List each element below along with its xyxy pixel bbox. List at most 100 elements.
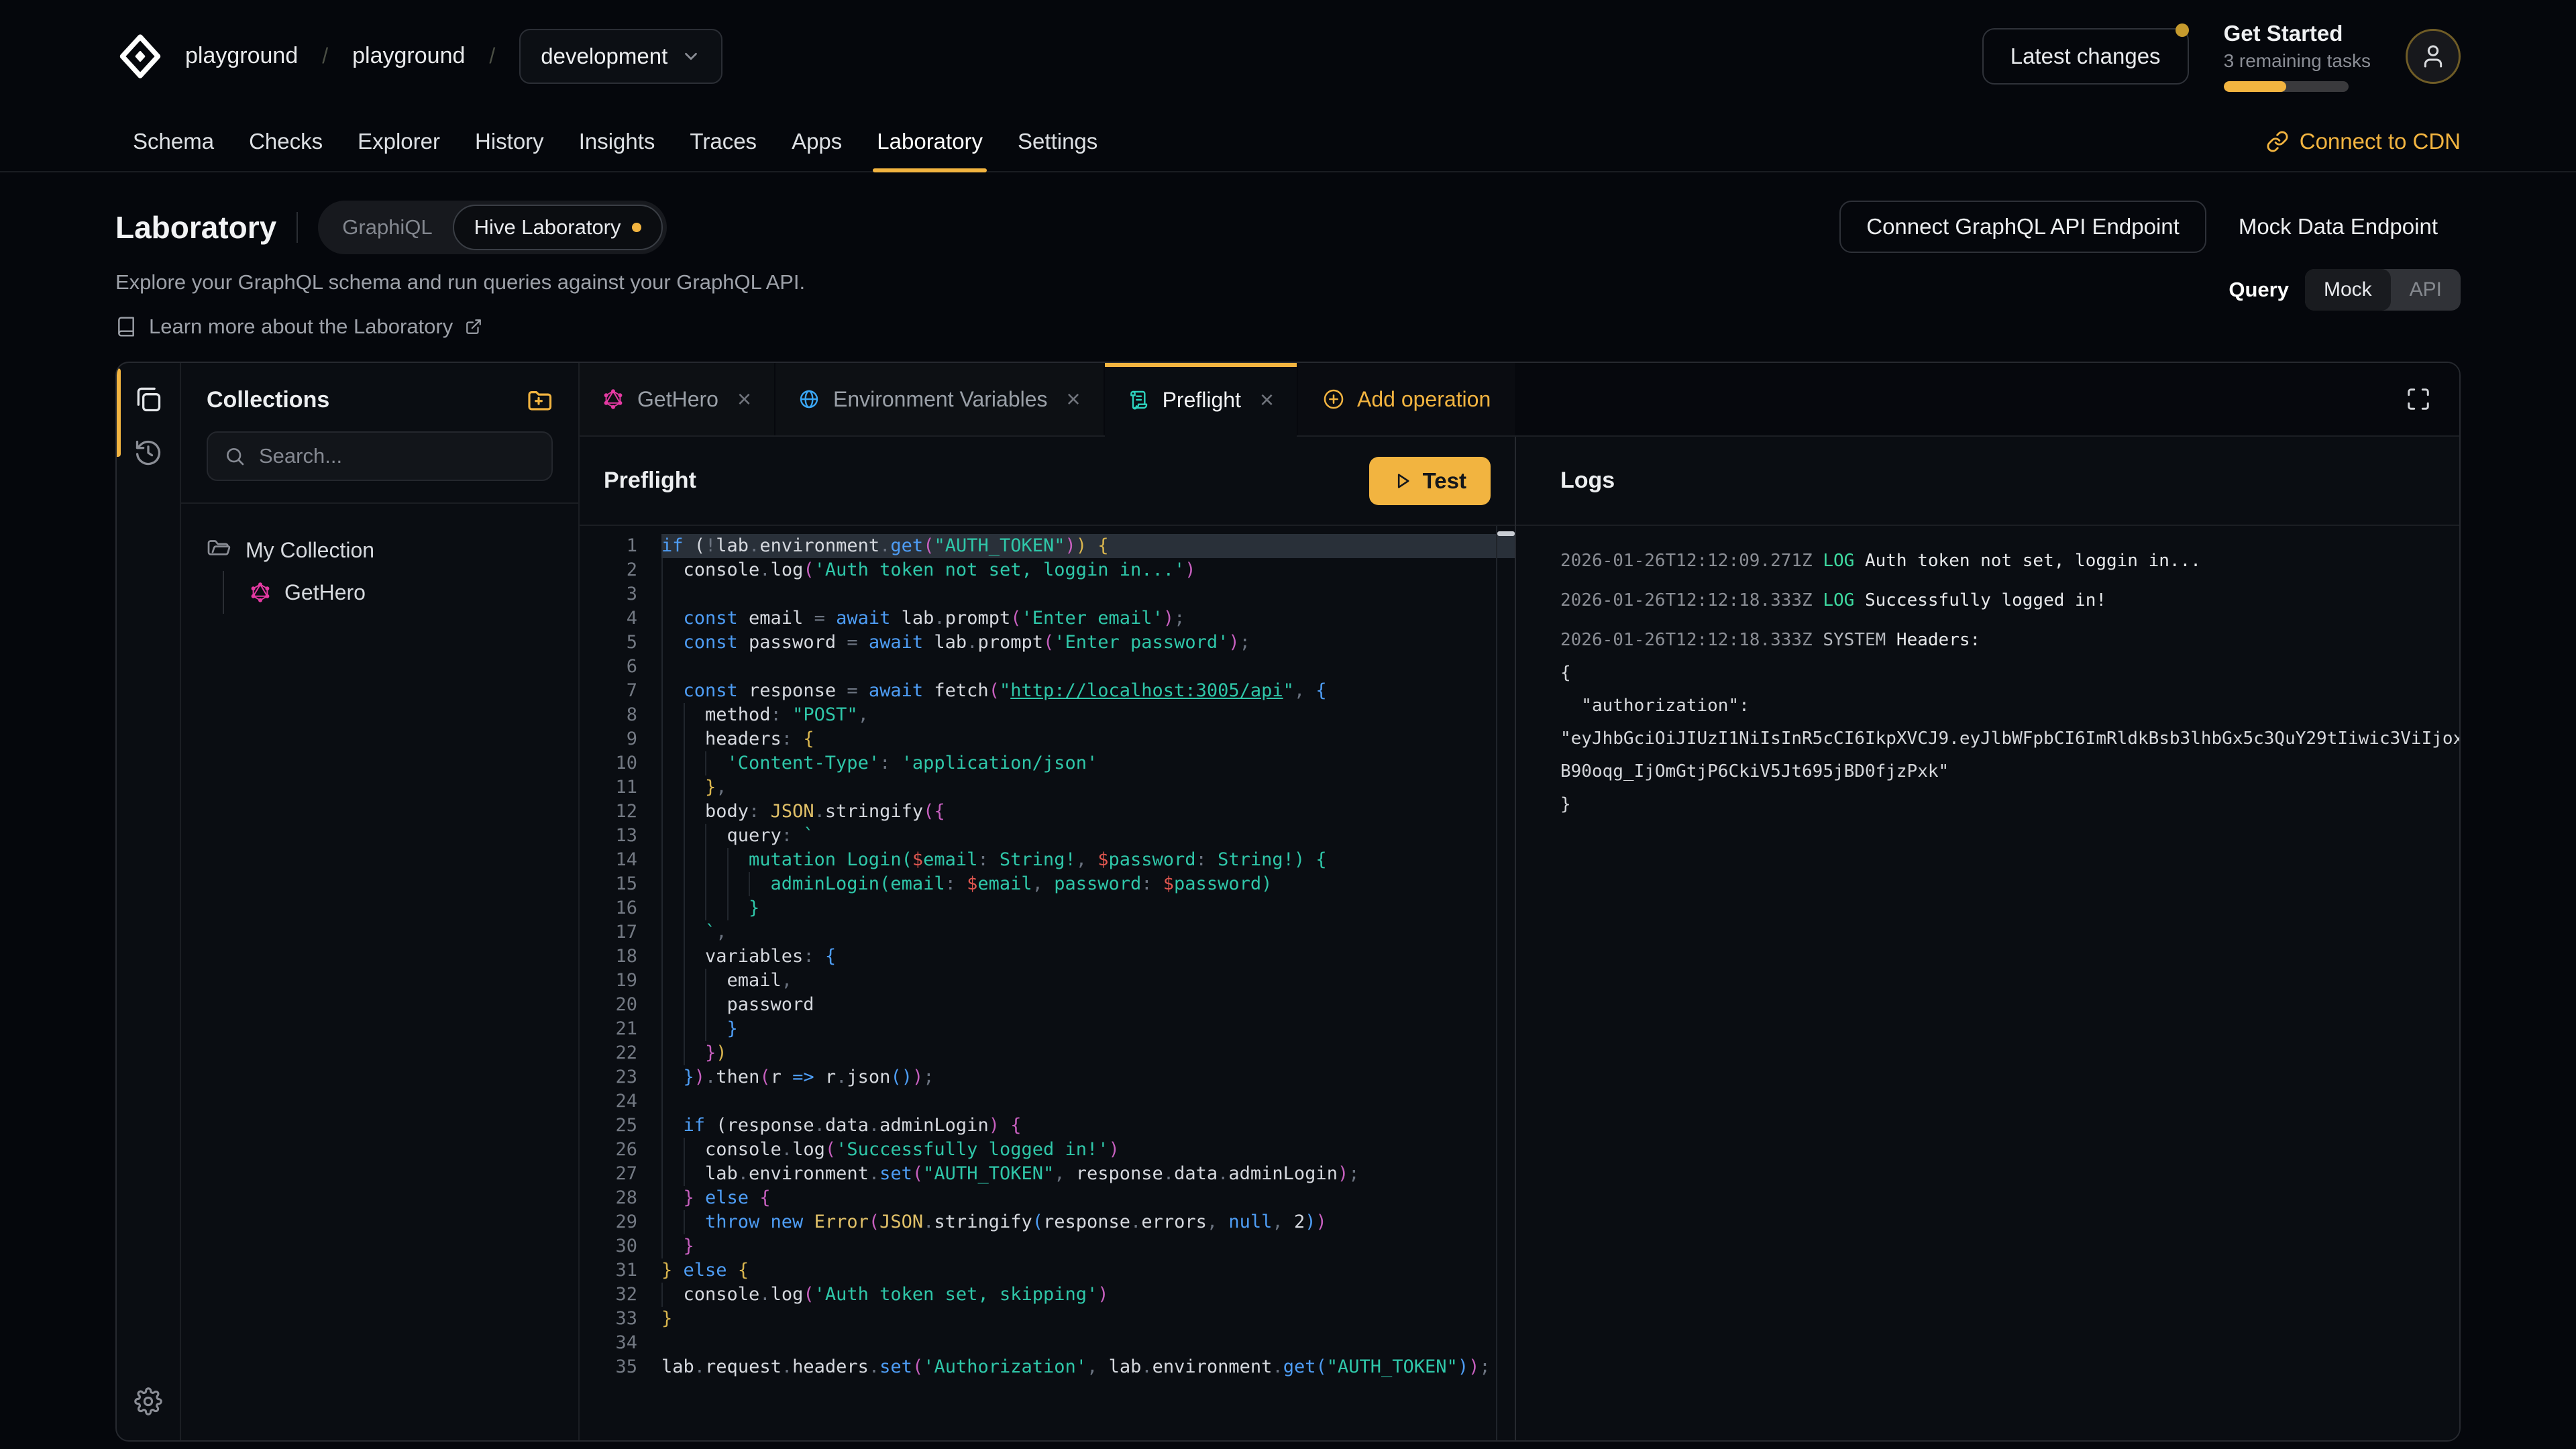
- target-selector[interactable]: development: [519, 29, 722, 84]
- query-mode-mock[interactable]: Mock: [2305, 269, 2391, 311]
- search-input[interactable]: [258, 443, 535, 469]
- code-line[interactable]: 22}): [580, 1041, 1515, 1065]
- breadcrumb-separator: /: [489, 44, 495, 68]
- nav-item-laboratory[interactable]: Laboratory: [859, 112, 1000, 171]
- get-started-subtitle: 3 remaining tasks: [2224, 50, 2371, 72]
- query-mode-api[interactable]: API: [2391, 269, 2461, 311]
- close-tab-icon[interactable]: ×: [1260, 386, 1274, 414]
- code-line[interactable]: 28} else {: [580, 1186, 1515, 1210]
- code-line[interactable]: 31} else {: [580, 1258, 1515, 1283]
- breadcrumb-project[interactable]: playground: [352, 43, 465, 69]
- latest-changes-button[interactable]: Latest changes: [1982, 28, 2189, 85]
- collections-tree: My Collection GetHero: [181, 504, 578, 639]
- code-line[interactable]: 13query: `: [580, 824, 1515, 848]
- code-line[interactable]: 15adminLogin(email: $email, password: $p…: [580, 872, 1515, 896]
- code-line[interactable]: 2console.log('Auth token not set, loggin…: [580, 558, 1515, 582]
- code-line[interactable]: 5const password = await lab.prompt('Ente…: [580, 631, 1515, 655]
- nav-item-settings[interactable]: Settings: [1000, 112, 1115, 171]
- tab-environment-variables[interactable]: Environment Variables×: [775, 363, 1104, 435]
- code-line-content: if (response.data.adminLogin) {: [661, 1114, 1515, 1138]
- plus-circle-icon: [1322, 388, 1345, 411]
- code-line[interactable]: 6: [580, 655, 1515, 679]
- code-line[interactable]: 3: [580, 582, 1515, 606]
- collection-folder-my-collection[interactable]: My Collection: [207, 529, 553, 571]
- fullscreen-button[interactable]: [2406, 386, 2431, 412]
- settings-rail-button[interactable]: [127, 1380, 170, 1423]
- code-line-content: mutation Login($email: String!, $passwor…: [661, 848, 1515, 872]
- editor-scroll-gutter[interactable]: [1496, 526, 1515, 1440]
- nav-item-schema[interactable]: Schema: [115, 112, 231, 171]
- code-line[interactable]: 29throw new Error(JSON.stringify(respons…: [580, 1210, 1515, 1234]
- new-collection-button[interactable]: [525, 386, 553, 414]
- connect-to-cdn-link[interactable]: Connect to CDN: [2266, 112, 2461, 171]
- add-operation-button[interactable]: Add operation: [1298, 363, 1515, 435]
- code-line[interactable]: 25if (response.data.adminLogin) {: [580, 1114, 1515, 1138]
- log-message: Headers:: [1896, 630, 1980, 650]
- collections-rail-button[interactable]: [127, 378, 170, 421]
- code-line[interactable]: 23}).then(r => r.json());: [580, 1065, 1515, 1089]
- code-line[interactable]: 21}: [580, 1017, 1515, 1041]
- close-tab-icon[interactable]: ×: [737, 385, 751, 413]
- scrollbar-thumb[interactable]: [1497, 531, 1515, 536]
- code-line[interactable]: 12body: JSON.stringify({: [580, 800, 1515, 824]
- code-line[interactable]: 18variables: {: [580, 945, 1515, 969]
- code-line[interactable]: 1if (!lab.environment.get("AUTH_TOKEN"))…: [580, 534, 1515, 558]
- operation-item-gethero[interactable]: GetHero: [250, 571, 553, 614]
- code-line[interactable]: 11},: [580, 775, 1515, 800]
- nav-item-checks[interactable]: Checks: [231, 112, 340, 171]
- breadcrumb-org[interactable]: playground: [185, 43, 298, 69]
- collections-search[interactable]: [207, 431, 553, 481]
- code-line[interactable]: 30}: [580, 1234, 1515, 1258]
- get-started-widget[interactable]: Get Started 3 remaining tasks: [2224, 21, 2371, 92]
- query-mode-toggle: Mock API: [2305, 269, 2461, 311]
- test-button[interactable]: Test: [1369, 457, 1491, 505]
- code-line[interactable]: 7const response = await fetch("http://lo…: [580, 679, 1515, 703]
- code-line[interactable]: 24: [580, 1089, 1515, 1114]
- code-line[interactable]: 16}: [580, 896, 1515, 920]
- code-line[interactable]: 10'Content-Type': 'application/json': [580, 751, 1515, 775]
- code-line[interactable]: 4const email = await lab.prompt('Enter e…: [580, 606, 1515, 631]
- page-description: Explore your GraphQL schema and run quer…: [115, 270, 805, 294]
- code-line[interactable]: 9headers: {: [580, 727, 1515, 751]
- hive-logo-icon[interactable]: [115, 32, 165, 81]
- code-line[interactable]: 20password: [580, 993, 1515, 1017]
- code-line-content: const email = await lab.prompt('Enter em…: [661, 606, 1515, 631]
- main-nav: SchemaChecksExplorerHistoryInsightsTrace…: [0, 112, 2576, 172]
- code-line[interactable]: 8method: "POST",: [580, 703, 1515, 727]
- mock-data-endpoint-button[interactable]: Mock Data Endpoint: [2216, 201, 2461, 253]
- nav-item-traces[interactable]: Traces: [672, 112, 774, 171]
- tab-gethero[interactable]: GetHero×: [580, 363, 774, 435]
- user-avatar[interactable]: [2406, 29, 2461, 84]
- code-line-content: body: JSON.stringify({: [661, 800, 1515, 824]
- code-line[interactable]: 32console.log('Auth token set, skipping'…: [580, 1283, 1515, 1307]
- mode-option-hive-laboratory[interactable]: Hive Laboratory: [453, 205, 663, 250]
- code-line[interactable]: 14mutation Login($email: String!, $passw…: [580, 848, 1515, 872]
- code-editor[interactable]: 1if (!lab.environment.get("AUTH_TOKEN"))…: [580, 526, 1515, 1440]
- code-line[interactable]: 33}: [580, 1307, 1515, 1331]
- history-rail-button[interactable]: [127, 431, 170, 474]
- code-line[interactable]: 17`,: [580, 920, 1515, 945]
- nav-item-history[interactable]: History: [458, 112, 561, 171]
- log-timestamp: 2026-01-26T12:12:18.333Z: [1560, 630, 1823, 650]
- nav-item-apps[interactable]: Apps: [774, 112, 859, 171]
- code-line-content: `,: [661, 920, 1515, 945]
- code-line[interactable]: 34: [580, 1331, 1515, 1355]
- code-line[interactable]: 35lab.request.headers.set('Authorization…: [580, 1355, 1515, 1379]
- preflight-editor-pane: Preflight Test 1if (!lab.environ: [580, 437, 1515, 1440]
- user-icon: [2420, 43, 2447, 70]
- tab-preflight[interactable]: Preflight×: [1105, 363, 1297, 437]
- close-tab-icon[interactable]: ×: [1067, 385, 1081, 413]
- nav-item-insights[interactable]: Insights: [561, 112, 673, 171]
- logs-output[interactable]: 2026-01-26T12:12:09.271Z LOG Auth token …: [1516, 526, 2459, 1440]
- connect-graphql-endpoint-button[interactable]: Connect GraphQL API Endpoint: [1839, 201, 2206, 253]
- mode-option-graphiql[interactable]: GraphiQL: [322, 206, 452, 249]
- learn-more-link[interactable]: Learn more about the Laboratory: [115, 315, 805, 339]
- query-label: Query: [2229, 278, 2289, 302]
- code-line[interactable]: 19email,: [580, 969, 1515, 993]
- line-number: 12: [580, 800, 661, 824]
- code-line[interactable]: 27lab.environment.set("AUTH_TOKEN", resp…: [580, 1162, 1515, 1186]
- code-line[interactable]: 26console.log('Successfully logged in!'): [580, 1138, 1515, 1162]
- code-line-content: const response = await fetch("http://loc…: [661, 679, 1515, 703]
- operation-item-label: GetHero: [284, 580, 366, 605]
- nav-item-explorer[interactable]: Explorer: [340, 112, 458, 171]
